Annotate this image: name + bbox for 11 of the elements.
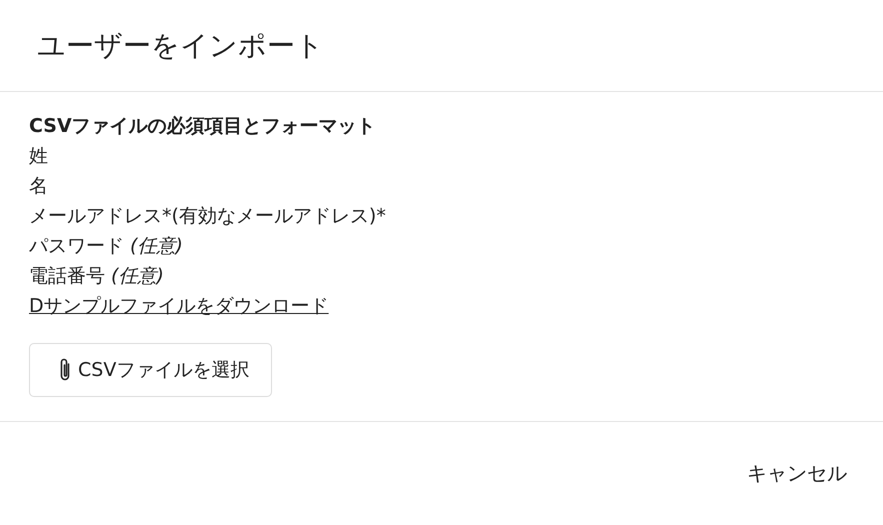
field-requirement: パスワード (任意): [29, 234, 183, 259]
dialog-title: ユーザーをインポート: [37, 28, 324, 64]
field-requirement: 名: [29, 174, 48, 199]
select-file-button[interactable]: CSVファイルを選択: [29, 343, 272, 397]
section-heading: CSVファイルの必須項目とフォーマット: [29, 114, 376, 139]
download-sample-link[interactable]: Dサンプルファイルをダウンロード: [29, 295, 329, 317]
paperclip-icon: [58, 357, 72, 383]
cancel-button[interactable]: キャンセル: [747, 458, 847, 489]
field-requirement: 姓: [29, 144, 48, 169]
field-requirement: 電話番号 (任意): [29, 264, 164, 289]
field-requirement: メールアドレス*(有効なメールアドレス)*: [29, 204, 386, 229]
